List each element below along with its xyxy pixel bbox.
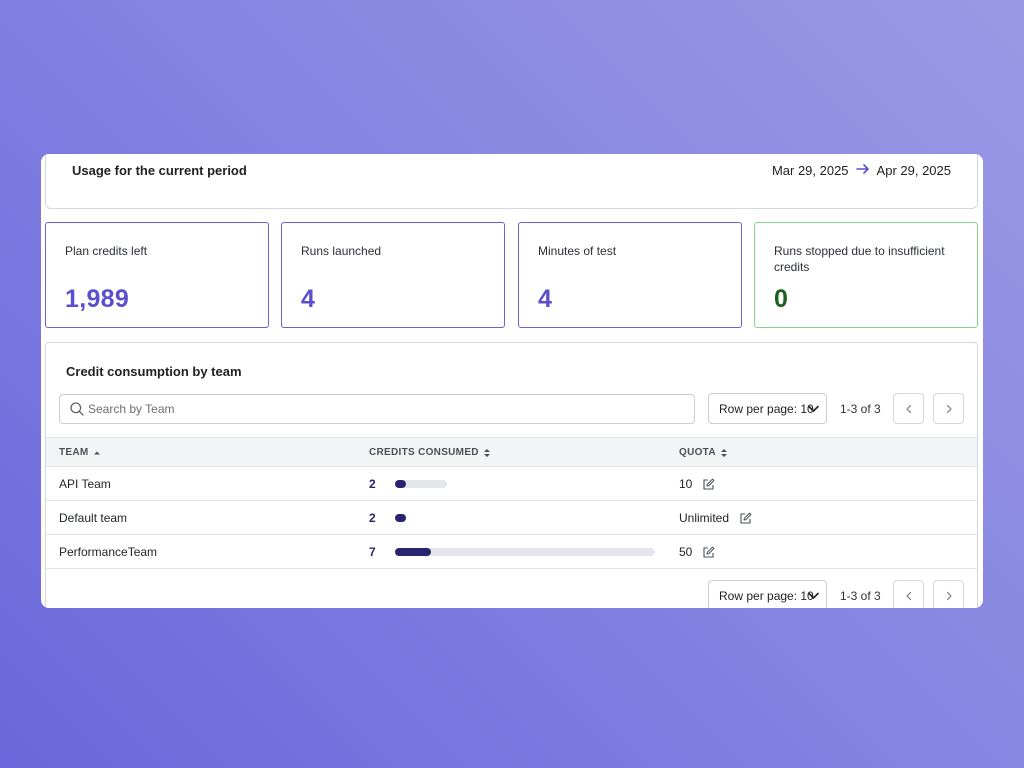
card-label: Runs launched	[301, 244, 382, 258]
team-name: Default team	[59, 511, 128, 525]
card-value: 0	[774, 285, 789, 313]
pagination-range: 1-3 of 3	[840, 402, 881, 416]
quota-cell: Unlimited	[679, 511, 752, 525]
column-header-label: TEAM	[59, 447, 89, 458]
column-header-credits[interactable]: CREDITS CONSUMED	[369, 447, 491, 458]
team-name: API Team	[59, 477, 111, 491]
quota-value: 50	[679, 545, 693, 559]
edit-icon[interactable]	[702, 478, 715, 491]
team-name: PerformanceTeam	[59, 545, 158, 559]
credits-progress-bar	[395, 514, 406, 522]
search-input[interactable]	[88, 402, 648, 416]
search-field[interactable]	[59, 394, 695, 424]
card-label: Minutes of test	[538, 244, 617, 258]
quota-value: 10	[679, 477, 693, 491]
chevron-right-icon	[946, 404, 952, 413]
chevron-right-icon	[946, 591, 952, 600]
edit-icon[interactable]	[702, 546, 715, 559]
card-value: 1,989	[65, 285, 130, 313]
prev-page-button[interactable]	[893, 393, 924, 424]
table-row: PerformanceTeam 7 50	[46, 535, 977, 569]
arrow-right-icon	[855, 163, 870, 178]
credits-progress-bar	[395, 480, 447, 488]
rows-per-page-label: Row per page: 10	[719, 401, 814, 416]
search-icon	[70, 402, 84, 416]
period-title: Usage for the current period	[72, 163, 247, 178]
column-header-team[interactable]: TEAM	[59, 447, 101, 458]
table-header: TEAM CREDITS CONSUMED QUOTA	[46, 437, 977, 467]
section-title: Credit consumption by team	[66, 364, 242, 379]
next-page-button-bottom[interactable]	[933, 580, 964, 608]
prev-page-button-bottom[interactable]	[893, 580, 924, 608]
quota-cell: 50	[679, 545, 715, 559]
credits-progress-bar	[395, 548, 655, 556]
table-row: Default team 2 Unlimited	[46, 501, 977, 535]
card-plan-credits-left: Plan credits left 1,989	[45, 222, 269, 328]
sort-icon	[720, 448, 727, 457]
rows-per-page-label: Row per page: 10	[719, 588, 814, 603]
edit-icon[interactable]	[739, 512, 752, 525]
chevron-left-icon	[905, 591, 911, 600]
sort-icon	[483, 448, 490, 457]
sort-asc-icon	[93, 451, 100, 454]
credits-consumed: 2	[369, 511, 376, 525]
chevron-down-icon	[808, 405, 819, 412]
card-runs-stopped: Runs stopped due to insufficient credits…	[754, 222, 978, 328]
credits-progress-fill	[395, 548, 432, 556]
period-end: Apr 29, 2025	[876, 163, 951, 178]
credits-progress-fill	[395, 514, 406, 522]
column-header-label: QUOTA	[679, 447, 716, 458]
rows-per-page-select[interactable]: Row per page: 10	[708, 393, 827, 424]
card-label: Runs stopped due to insufficient credits	[774, 244, 945, 274]
table-row: API Team 2 10	[46, 467, 977, 501]
team-consumption-section: Credit consumption by team Row per page:…	[45, 342, 978, 608]
quota-value: Unlimited	[679, 511, 730, 525]
period-start: Mar 29, 2025	[771, 163, 849, 178]
rows-per-page-select-bottom[interactable]: Row per page: 10	[708, 580, 827, 608]
quota-cell: 10	[679, 477, 715, 491]
card-label: Plan credits left	[65, 244, 148, 258]
card-runs-launched: Runs launched 4	[281, 222, 505, 328]
column-header-label: CREDITS CONSUMED	[369, 447, 479, 458]
credits-progress-fill	[395, 480, 406, 488]
period-header: Usage for the current period Mar 29, 202…	[45, 154, 978, 209]
pagination-range-bottom: 1-3 of 3	[840, 589, 881, 603]
chevron-left-icon	[905, 404, 911, 413]
credits-consumed: 2	[369, 477, 376, 491]
card-value: 4	[538, 285, 553, 313]
column-header-quota[interactable]: QUOTA	[679, 447, 728, 458]
next-page-button[interactable]	[933, 393, 964, 424]
chevron-down-icon	[808, 592, 819, 599]
card-value: 4	[301, 285, 316, 313]
usage-panel: Usage for the current period Mar 29, 202…	[41, 154, 983, 608]
period-range: Mar 29, 2025 Apr 29, 2025	[772, 163, 951, 178]
credits-consumed: 7	[369, 545, 376, 559]
card-minutes-of-test: Minutes of test 4	[518, 222, 742, 328]
